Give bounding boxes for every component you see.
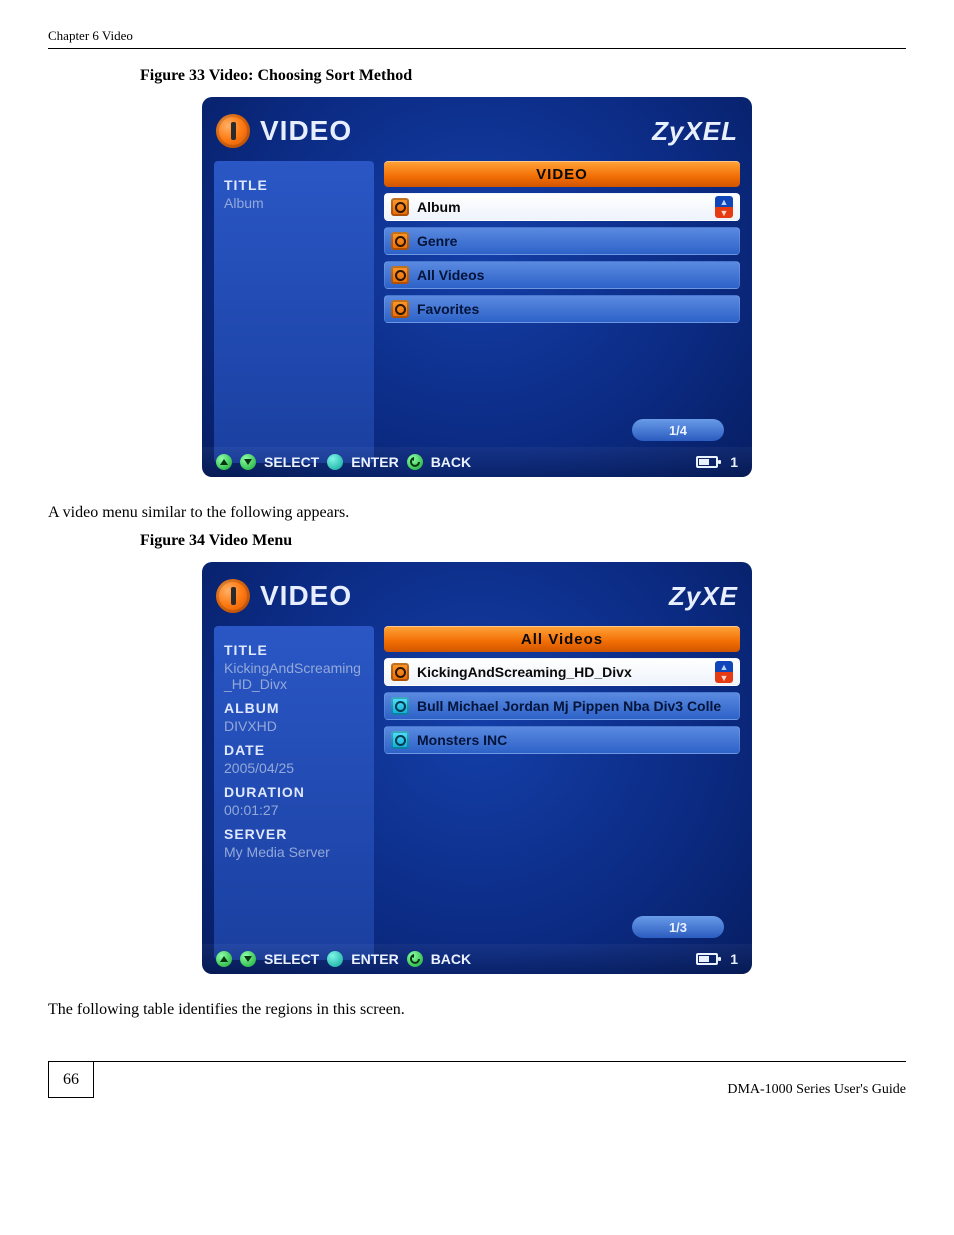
- item-icon: [391, 663, 409, 681]
- section-title: VIDEO: [260, 115, 352, 147]
- section-title: VIDEO: [260, 580, 352, 612]
- item-icon: [391, 697, 409, 715]
- video-disc-icon: [216, 579, 250, 613]
- item-icon: [391, 731, 409, 749]
- item-icon: [391, 300, 409, 318]
- item-label: Favorites: [417, 301, 733, 317]
- scroll-spinner-icon[interactable]: ▲▼: [715, 661, 733, 683]
- back-hint-icon: [407, 951, 423, 967]
- side-album-value: DIVXHD: [224, 718, 364, 734]
- list-item[interactable]: Genre: [384, 227, 740, 255]
- item-icon: [391, 198, 409, 216]
- page-number: 66: [48, 1061, 94, 1098]
- list-main: All Videos KickingAndScreaming_HD_Divx ▲…: [384, 626, 740, 960]
- side-title-label: TITLE: [224, 642, 364, 658]
- video-disc-icon: [216, 114, 250, 148]
- info-sidebar: TITLE KickingAndScreaming_HD_Divx ALBUM …: [214, 626, 374, 960]
- enter-hint-icon: [327, 454, 343, 470]
- list-header: VIDEO: [384, 161, 740, 187]
- side-album-label: ALBUM: [224, 700, 364, 716]
- list-main: VIDEO Album ▲▼ Genre All Videos: [384, 161, 740, 463]
- hint-bar: SELECT ENTER BACK 1: [202, 447, 752, 477]
- down-hint-icon: [240, 951, 256, 967]
- scroll-spinner-icon[interactable]: ▲▼: [715, 196, 733, 218]
- section-logo: VIDEO: [216, 114, 352, 148]
- pager: 1/4: [632, 419, 724, 441]
- side-title-value: KickingAndScreaming_HD_Divx: [224, 660, 364, 692]
- brand-text: ZyXEL: [652, 116, 738, 147]
- list-item[interactable]: Bull Michael Jordan Mj Pippen Nba Div3 C…: [384, 692, 740, 720]
- side-server-value: My Media Server: [224, 844, 364, 860]
- item-label: Monsters INC: [417, 732, 733, 748]
- item-label: Bull Michael Jordan Mj Pippen Nba Div3 C…: [417, 698, 733, 714]
- side-date-value: 2005/04/25: [224, 760, 364, 776]
- figure33-caption: Figure 33 Video: Choosing Sort Method: [140, 67, 906, 85]
- side-date-label: DATE: [224, 742, 364, 758]
- rule-top: [48, 48, 906, 49]
- item-label: Genre: [417, 233, 733, 249]
- item-label: All Videos: [417, 267, 733, 283]
- section-logo: VIDEO: [216, 579, 352, 613]
- down-hint-icon: [240, 454, 256, 470]
- list-item[interactable]: Favorites: [384, 295, 740, 323]
- info-sidebar: TITLE Album: [214, 161, 374, 463]
- side-server-label: SERVER: [224, 826, 364, 842]
- hint-back: BACK: [431, 454, 471, 470]
- brand-text: ZyXE: [669, 581, 738, 612]
- body-line: The following table identifies the regio…: [48, 998, 906, 1021]
- figure33-screenshot: VIDEO ZyXEL TITLE Album VIDEO Album ▲▼: [202, 97, 752, 477]
- page-footer: 66 DMA-1000 Series User's Guide: [48, 1061, 906, 1098]
- hint-bar: SELECT ENTER BACK 1: [202, 944, 752, 974]
- hint-back: BACK: [431, 951, 471, 967]
- list-item[interactable]: Monsters INC: [384, 726, 740, 754]
- running-head: Chapter 6 Video: [48, 28, 906, 44]
- battery-icon: [696, 953, 718, 965]
- side-duration-value: 00:01:27: [224, 802, 364, 818]
- guide-title: DMA-1000 Series User's Guide: [112, 1082, 906, 1098]
- item-label: Album: [417, 199, 707, 215]
- side-title-value: Album: [224, 195, 364, 211]
- hint-select: SELECT: [264, 951, 319, 967]
- body-line: A video menu similar to the following ap…: [48, 501, 906, 524]
- list-header: All Videos: [384, 626, 740, 652]
- item-label: KickingAndScreaming_HD_Divx: [417, 664, 707, 680]
- hint-enter: ENTER: [351, 951, 398, 967]
- hint-enter: ENTER: [351, 454, 398, 470]
- enter-hint-icon: [327, 951, 343, 967]
- list-item[interactable]: All Videos: [384, 261, 740, 289]
- side-duration-label: DURATION: [224, 784, 364, 800]
- battery-count: 1: [730, 454, 738, 470]
- pager: 1/3: [632, 916, 724, 938]
- item-icon: [391, 266, 409, 284]
- side-title-label: TITLE: [224, 177, 364, 193]
- up-hint-icon: [216, 454, 232, 470]
- hint-select: SELECT: [264, 454, 319, 470]
- battery-count: 1: [730, 951, 738, 967]
- back-hint-icon: [407, 454, 423, 470]
- item-icon: [391, 232, 409, 250]
- figure34-caption: Figure 34 Video Menu: [140, 532, 906, 550]
- list-item[interactable]: KickingAndScreaming_HD_Divx ▲▼: [384, 658, 740, 686]
- list-item[interactable]: Album ▲▼: [384, 193, 740, 221]
- figure34-screenshot: VIDEO ZyXE TITLE KickingAndScreaming_HD_…: [202, 562, 752, 974]
- up-hint-icon: [216, 951, 232, 967]
- battery-icon: [696, 456, 718, 468]
